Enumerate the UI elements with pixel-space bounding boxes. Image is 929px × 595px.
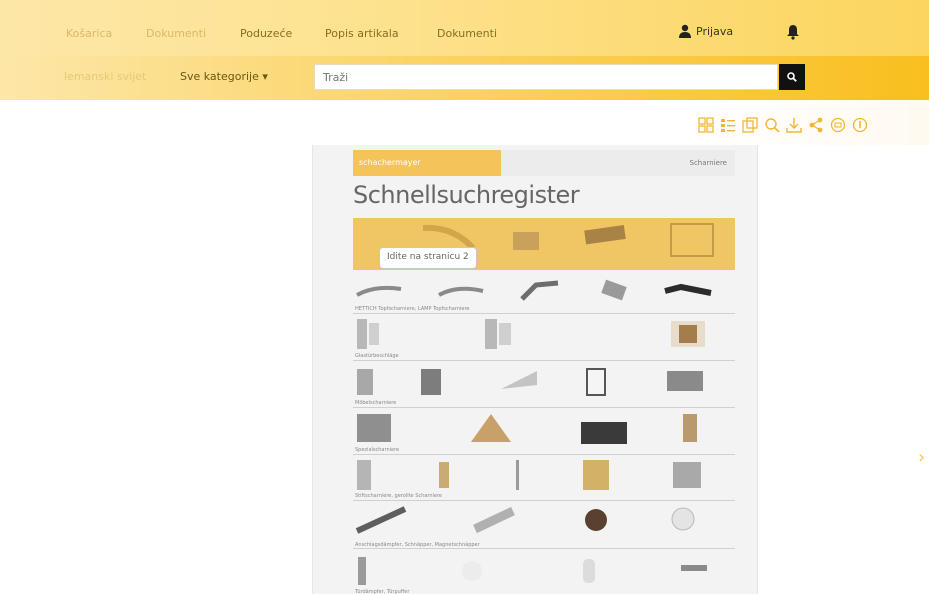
furniture-hinge-image[interactable]: [497, 365, 541, 395]
hinge-image[interactable]: [518, 277, 562, 303]
damper-image[interactable]: [353, 505, 409, 535]
row-caption: Glastürbeschläge: [355, 353, 399, 359]
row-divider: [353, 500, 735, 501]
search-bar: lemanski svijet Sve kategorije ▾: [0, 56, 929, 100]
row-divider: [353, 407, 735, 408]
row-caption: Stiftscharniere, gerollte Scharniere: [355, 493, 442, 499]
category-select[interactable]: Sve kategorije ▾: [180, 70, 268, 83]
special-hinge-image[interactable]: [467, 410, 515, 446]
furniture-hinge-image[interactable]: [583, 365, 613, 399]
document-header: schachermayer Scharniere: [353, 150, 735, 176]
hinge-image[interactable]: [597, 279, 633, 301]
info-icon[interactable]: [852, 117, 868, 133]
buffer-image[interactable]: [677, 557, 711, 579]
glass-hinge-image[interactable]: [669, 317, 709, 351]
document-page: schachermayer Scharniere Schnellsuchregi…: [312, 145, 758, 595]
special-hinge-image[interactable]: [679, 410, 703, 446]
damper-image[interactable]: [665, 505, 701, 535]
document-section-label: Scharniere: [689, 159, 728, 167]
search-input[interactable]: [314, 64, 778, 90]
menu-item-kosarica[interactable]: Košarica: [66, 27, 112, 40]
grid-view-icon[interactable]: [698, 117, 714, 133]
notifications-button[interactable]: [786, 24, 800, 44]
special-hinge-image[interactable]: [579, 410, 629, 446]
buffer-image[interactable]: [459, 555, 485, 587]
special-hinge-image[interactable]: [353, 410, 395, 446]
share-icon[interactable]: [808, 117, 824, 133]
pin-hinge-image[interactable]: [579, 458, 613, 492]
row-divider: [353, 548, 735, 549]
damper-image[interactable]: [581, 505, 611, 535]
hinge-image[interactable]: [663, 283, 713, 299]
glass-hinge-image[interactable]: [353, 317, 383, 351]
go-to-page-tooltip[interactable]: Idite na stranicu 2: [379, 247, 477, 269]
world-link[interactable]: lemanski svijet: [64, 70, 146, 83]
thumbnail-view-icon[interactable]: [742, 117, 758, 133]
login-link[interactable]: Prijava: [678, 24, 733, 38]
top-navigation-bar: Košarica Dokumenti Poduzeće Popis artika…: [0, 0, 929, 56]
row-caption: Möbelscharniere: [355, 400, 397, 406]
glass-hinge-image[interactable]: [481, 317, 515, 351]
furniture-hinge-image[interactable]: [663, 365, 707, 395]
row-caption: HETTICH Topfscharniere, LAMP Topfscharni…: [355, 306, 470, 312]
buffer-image[interactable]: [353, 555, 373, 587]
pin-hinge-image[interactable]: [435, 458, 455, 492]
row-caption: Türdämpfer, Türpuffer: [355, 589, 410, 595]
list-view-icon[interactable]: [720, 117, 736, 133]
menu-item-dokumenti[interactable]: Dokumenti: [146, 27, 206, 40]
download-icon[interactable]: [786, 117, 802, 133]
document-title: Schnellsuchregister: [353, 181, 580, 209]
next-page-arrow[interactable]: ›: [918, 447, 925, 468]
user-icon: [679, 24, 691, 38]
buffer-image[interactable]: [579, 555, 599, 587]
bell-icon: [787, 25, 799, 40]
furniture-hinge-image[interactable]: [353, 365, 377, 399]
furniture-hinge-image[interactable]: [417, 365, 445, 399]
search-button[interactable]: [779, 64, 805, 90]
hinge-image[interactable]: [355, 283, 405, 301]
zoom-icon[interactable]: [764, 117, 780, 133]
print-icon[interactable]: [830, 117, 846, 133]
row-divider: [353, 360, 735, 361]
login-label: Prijava: [696, 24, 734, 38]
menu-item-popis-artikala[interactable]: Popis artikala: [325, 27, 399, 40]
pin-hinge-image[interactable]: [353, 458, 377, 492]
pin-hinge-image[interactable]: [669, 458, 705, 492]
row-caption: Spezialscharniere: [355, 447, 400, 453]
row-caption: Anschlagsdämpfer, Schnäpper, Magnetschnä…: [355, 542, 480, 548]
brand-logo: schachermayer: [353, 150, 501, 176]
row-divider: [353, 454, 735, 455]
hinge-image[interactable]: [437, 283, 487, 301]
damper-image[interactable]: [469, 505, 519, 535]
menu-item-dokumenti-2[interactable]: Dokumenti: [437, 27, 497, 40]
row-divider: [353, 313, 735, 314]
menu-item-poduzece[interactable]: Poduzeće: [240, 27, 292, 40]
search-icon: [787, 72, 797, 82]
pin-hinge-image[interactable]: [511, 458, 525, 492]
